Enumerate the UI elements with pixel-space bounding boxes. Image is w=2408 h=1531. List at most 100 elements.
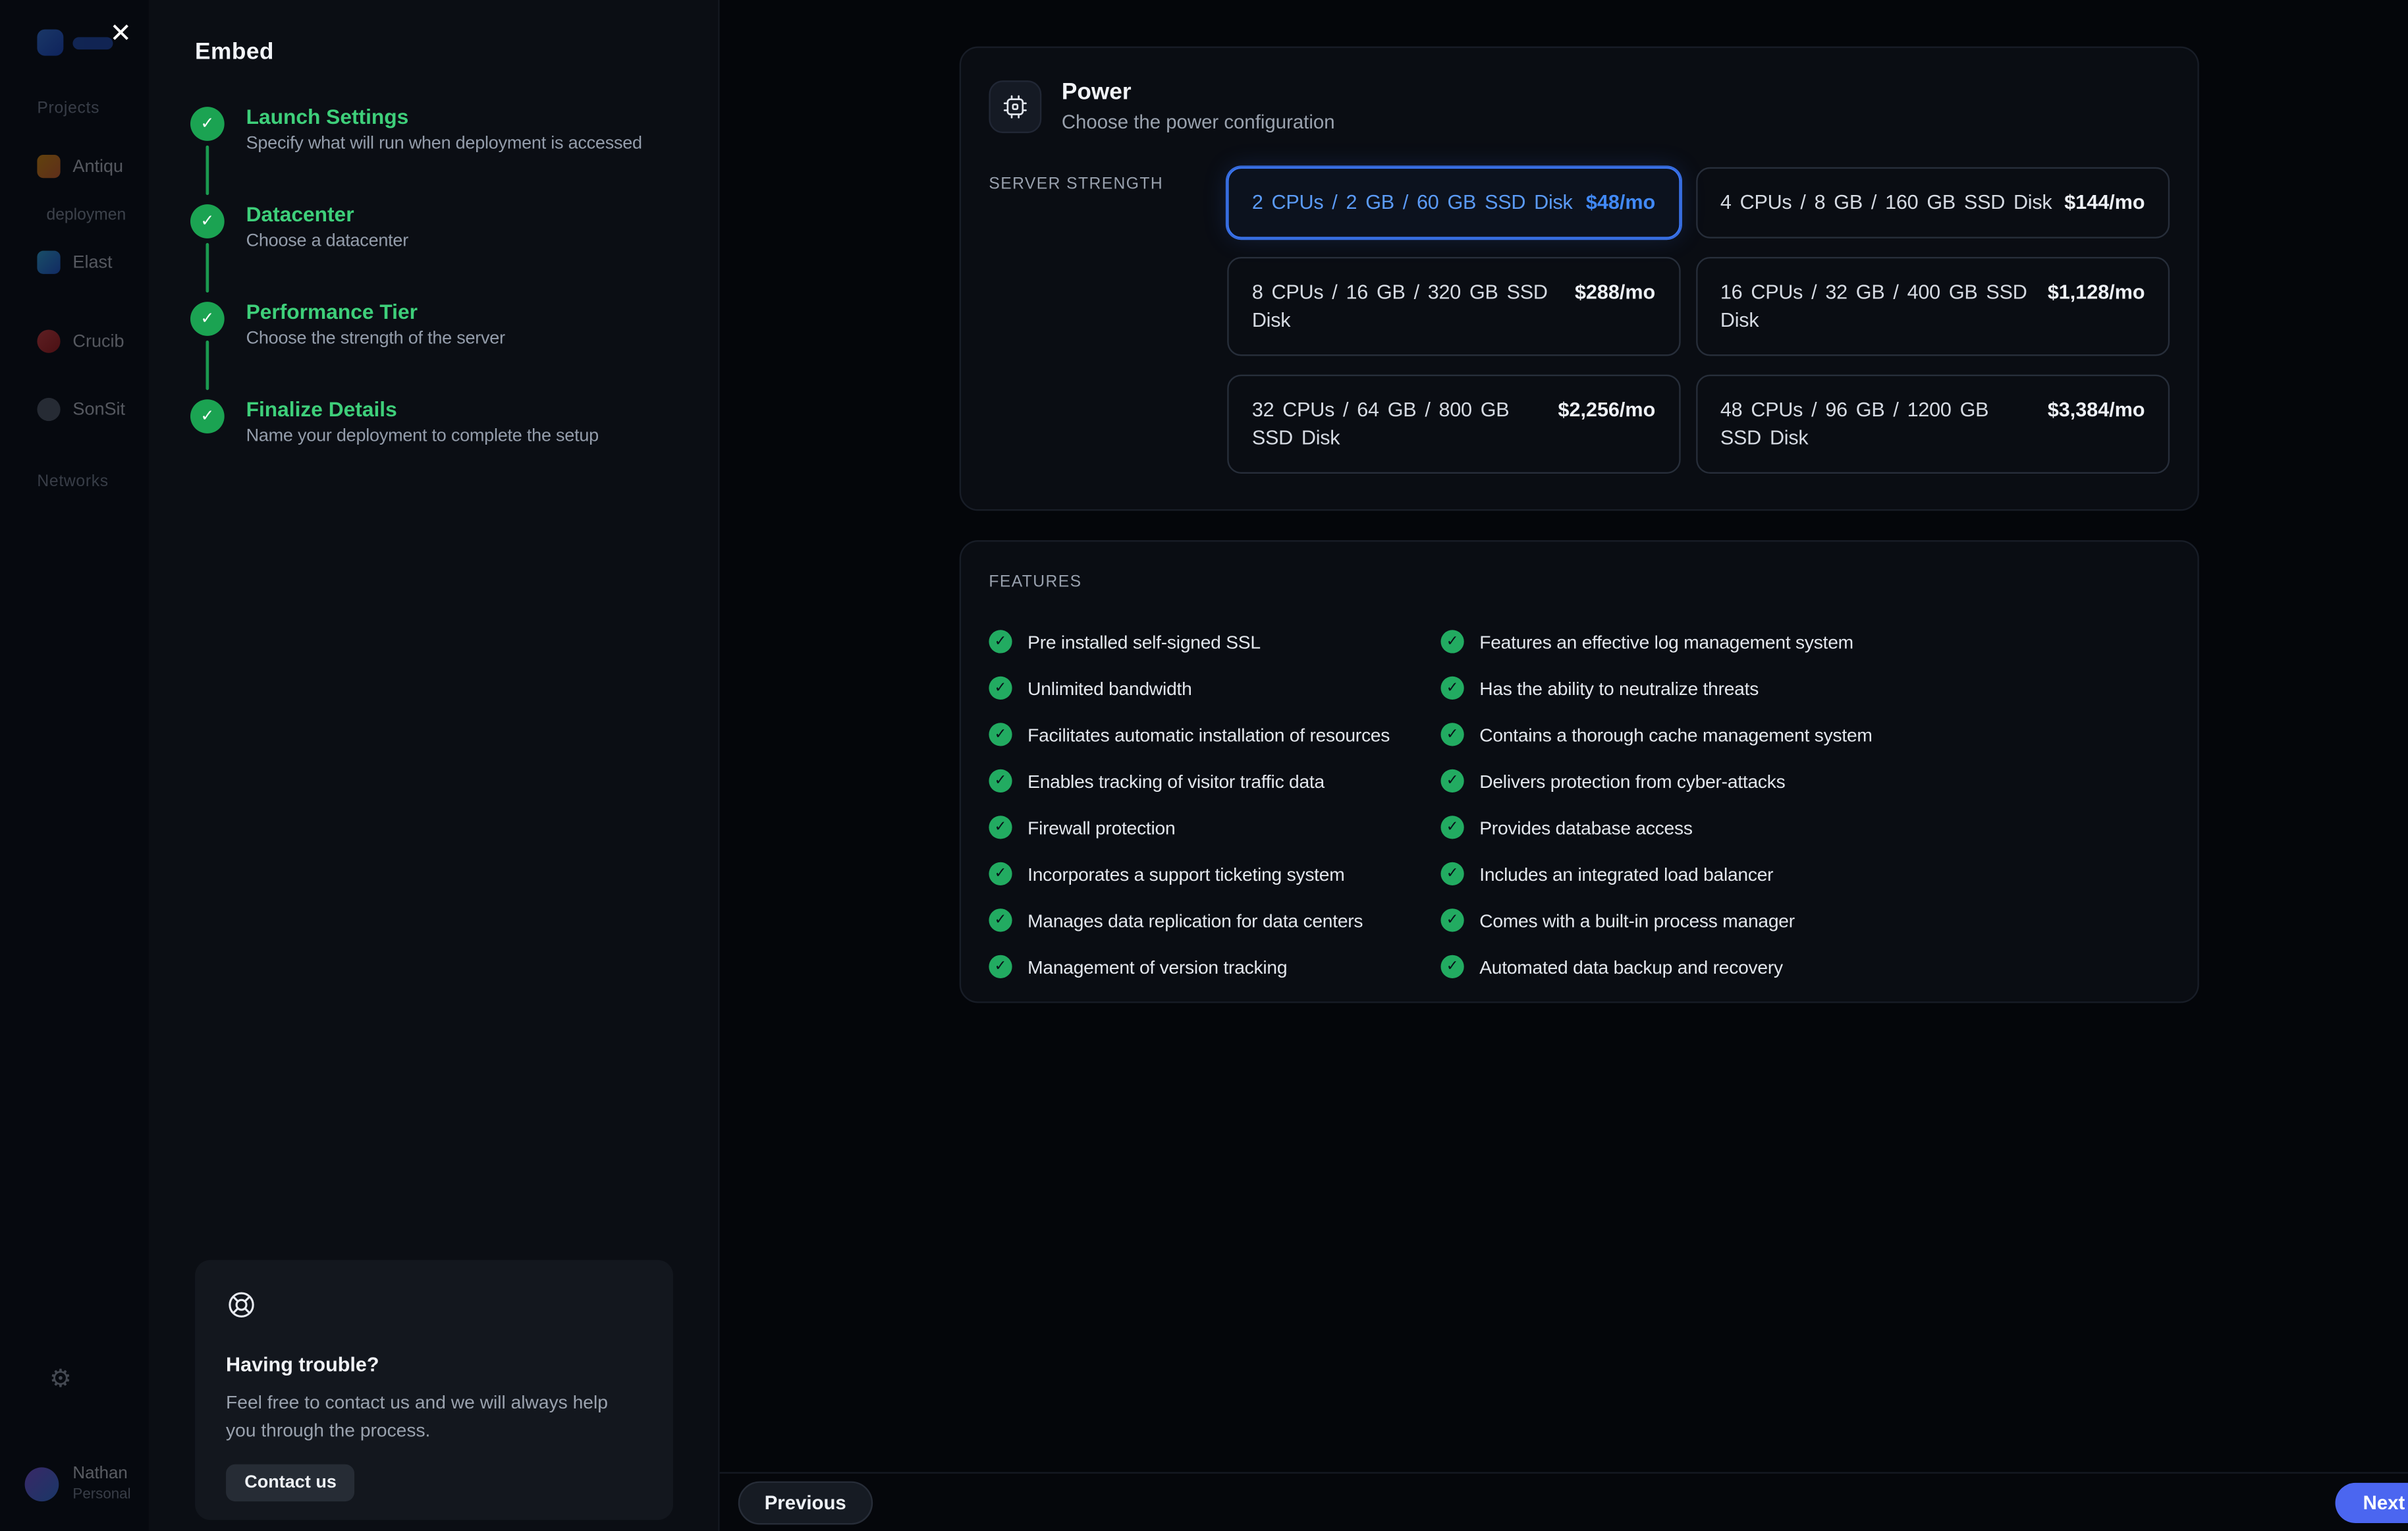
app-logo[interactable]	[37, 29, 113, 56]
check-icon: ✓	[989, 955, 1012, 978]
feature-item: ✓ Features an effective log management sy…	[1440, 628, 1872, 655]
setup-stepper: ✓ Launch Settings Specify what will run …	[190, 102, 678, 492]
step-launch-settings[interactable]: ✓ Launch Settings Specify what will run …	[190, 102, 678, 200]
drawer-title: Embed	[195, 38, 274, 65]
feature-item: ✓ Includes an integrated load balancer	[1440, 860, 1872, 887]
feature-item: ✓ Pre installed self-signed SSL	[989, 628, 1440, 655]
check-icon: ✓	[1440, 676, 1464, 700]
logo-icon	[37, 29, 64, 56]
option-price: $288/mo	[1574, 280, 1656, 304]
feature-item: ✓ Management of version tracking	[989, 953, 1440, 980]
server-option-4cpu[interactable]: 4 CPUs / 8 GB / 160 GB SSD Disk $144/mo	[1695, 167, 2170, 238]
sidebar-project-item[interactable]: Crucib	[37, 329, 124, 353]
help-title: Having trouble?	[226, 1352, 379, 1376]
user-name: Nathan	[72, 1464, 128, 1483]
check-icon: ✓	[1440, 816, 1464, 839]
feature-item: ✓ Has the ability to neutralize threats	[1440, 675, 1872, 701]
step-title: Finalize Details	[246, 397, 397, 422]
server-option-32cpu[interactable]: 32 CPUs / 64 GB / 800 GB SSD Disk $2,256…	[1227, 374, 1680, 474]
feature-item: ✓ Unlimited bandwidth	[989, 675, 1440, 701]
check-icon: ✓	[989, 630, 1012, 654]
main-content: Power Choose the power configuration SER…	[719, 0, 2408, 1531]
cpu-chip-icon	[989, 80, 1042, 132]
option-price: $2,256/mo	[1558, 397, 1656, 422]
server-options-grid: 2 CPUs / 2 GB / 60 GB SSD Disk $48/mo 4 …	[1227, 167, 2170, 474]
project-icon	[37, 154, 61, 179]
step-subtitle: Choose the strength of the server	[246, 329, 506, 348]
app-sidebar: Projects Antiqu deploymen Elast Crucib S…	[0, 0, 149, 1531]
option-spec: 16 CPUs / 32 GB / 400 GB SSD Disk	[1720, 280, 2027, 331]
step-performance-tier[interactable]: ✓ Performance Tier Choose the strength o…	[190, 297, 678, 395]
features-card: FEATURES ✓ Pre installed self-signed SSL …	[959, 540, 2199, 1003]
option-spec: 8 CPUs / 16 GB / 320 GB SSD Disk	[1251, 280, 1548, 331]
next-button[interactable]: Next	[2335, 1482, 2408, 1522]
help-body: Feel free to contact us and we will alwa…	[226, 1391, 608, 1441]
settings-gear-icon[interactable]: ⚙	[49, 1368, 72, 1393]
option-spec: 32 CPUs / 64 GB / 800 GB SSD Disk	[1251, 397, 1510, 449]
feature-item: ✓ Facilitates automatic installation of r…	[989, 721, 1440, 748]
option-spec: 48 CPUs / 96 GB / 1200 GB SSD Disk	[1720, 397, 1989, 449]
sidebar-section-label: Networks	[37, 472, 109, 491]
option-price: $144/mo	[2064, 190, 2145, 214]
step-title: Datacenter	[246, 202, 354, 227]
setup-drawer: Embed ✓ Launch Settings Specify what wil…	[148, 0, 720, 1531]
check-icon: ✓	[1440, 723, 1464, 746]
feature-item: ✓ Provides database access	[1440, 814, 1872, 841]
sidebar-project-item[interactable]: Antiqu	[37, 154, 123, 179]
server-option-48cpu[interactable]: 48 CPUs / 96 GB / 1200 GB SSD Disk $3,38…	[1695, 374, 2170, 474]
check-icon: ✓	[989, 676, 1012, 700]
check-icon: ✓	[989, 816, 1012, 839]
help-card: Having trouble? Feel free to contact us …	[195, 1260, 674, 1520]
server-strength-label: SERVER STRENGTH	[989, 175, 1164, 194]
server-option-8cpu[interactable]: 8 CPUs / 16 GB / 320 GB SSD Disk $288/mo	[1227, 257, 1680, 356]
feature-item: ✓ Enables tracking of visitor traffic dat…	[989, 767, 1440, 794]
step-complete-check-icon: ✓	[190, 399, 225, 433]
step-connector	[205, 340, 209, 391]
avatar	[24, 1466, 59, 1501]
check-icon: ✓	[989, 862, 1012, 885]
sidebar-project-item[interactable]: Elast	[37, 250, 113, 274]
step-subtitle: Specify what will run when deployment is…	[246, 134, 643, 153]
step-title: Launch Settings	[246, 105, 409, 129]
check-icon: ✓	[1440, 955, 1464, 978]
features-label: FEATURES	[989, 572, 1082, 592]
footer-bar: Previous Next	[719, 1472, 2408, 1531]
power-title: Power	[1061, 78, 1132, 105]
feature-item: ✓ Firewall protection	[989, 814, 1440, 841]
feature-item: ✓ Incorporates a support ticketing system	[989, 860, 1440, 887]
check-icon: ✓	[1440, 908, 1464, 932]
user-menu[interactable]: Nathan Personal	[24, 1464, 131, 1503]
check-icon: ✓	[1440, 769, 1464, 793]
user-role: Personal	[72, 1486, 131, 1503]
project-icon	[37, 397, 61, 422]
server-option-2cpu[interactable]: 2 CPUs / 2 GB / 60 GB SSD Disk $48/mo	[1227, 167, 1680, 238]
step-complete-check-icon: ✓	[190, 107, 225, 141]
step-subtitle: Name your deployment to complete the set…	[246, 427, 599, 446]
step-complete-check-icon: ✓	[190, 302, 225, 336]
deployment-setup-screen: Projects Antiqu deploymen Elast Crucib S…	[0, 0, 2408, 1531]
feature-item: ✓ Manages data replication for data cente…	[989, 907, 1440, 933]
sidebar-project-item[interactable]: SonSit	[37, 397, 125, 422]
step-finalize-details[interactable]: ✓ Finalize Details Name your deployment …	[190, 395, 678, 492]
check-icon: ✓	[1440, 630, 1464, 654]
step-datacenter[interactable]: ✓ Datacenter Choose a datacenter	[190, 200, 678, 297]
feature-item: ✓ Automated data backup and recovery	[1440, 953, 1872, 980]
option-price: $1,128/mo	[2047, 280, 2145, 304]
step-subtitle: Choose a datacenter	[246, 232, 409, 251]
step-connector	[205, 242, 209, 293]
step-complete-check-icon: ✓	[190, 204, 225, 238]
features-column-left: ✓ Pre installed self-signed SSL ✓ Unlimite…	[989, 628, 1440, 980]
features-column-right: ✓ Features an effective log management sy…	[1440, 628, 1873, 980]
previous-button[interactable]: Previous	[738, 1480, 873, 1524]
check-icon: ✓	[989, 908, 1012, 932]
server-option-16cpu[interactable]: 16 CPUs / 32 GB / 400 GB SSD Disk $1,128…	[1695, 257, 2170, 356]
close-icon[interactable]: ✕	[103, 17, 138, 51]
lifebuoy-icon	[229, 1292, 254, 1318]
project-icon	[37, 250, 61, 274]
check-icon: ✓	[989, 723, 1012, 746]
sidebar-dimmed-content: Projects Antiqu deploymen Elast Crucib S…	[0, 0, 149, 1531]
power-card: Power Choose the power configuration SER…	[959, 46, 2199, 511]
feature-item: ✓ Comes with a built-in process manager	[1440, 907, 1872, 933]
contact-us-button[interactable]: Contact us	[226, 1464, 356, 1502]
sidebar-subitem[interactable]: deploymen	[46, 206, 126, 224]
